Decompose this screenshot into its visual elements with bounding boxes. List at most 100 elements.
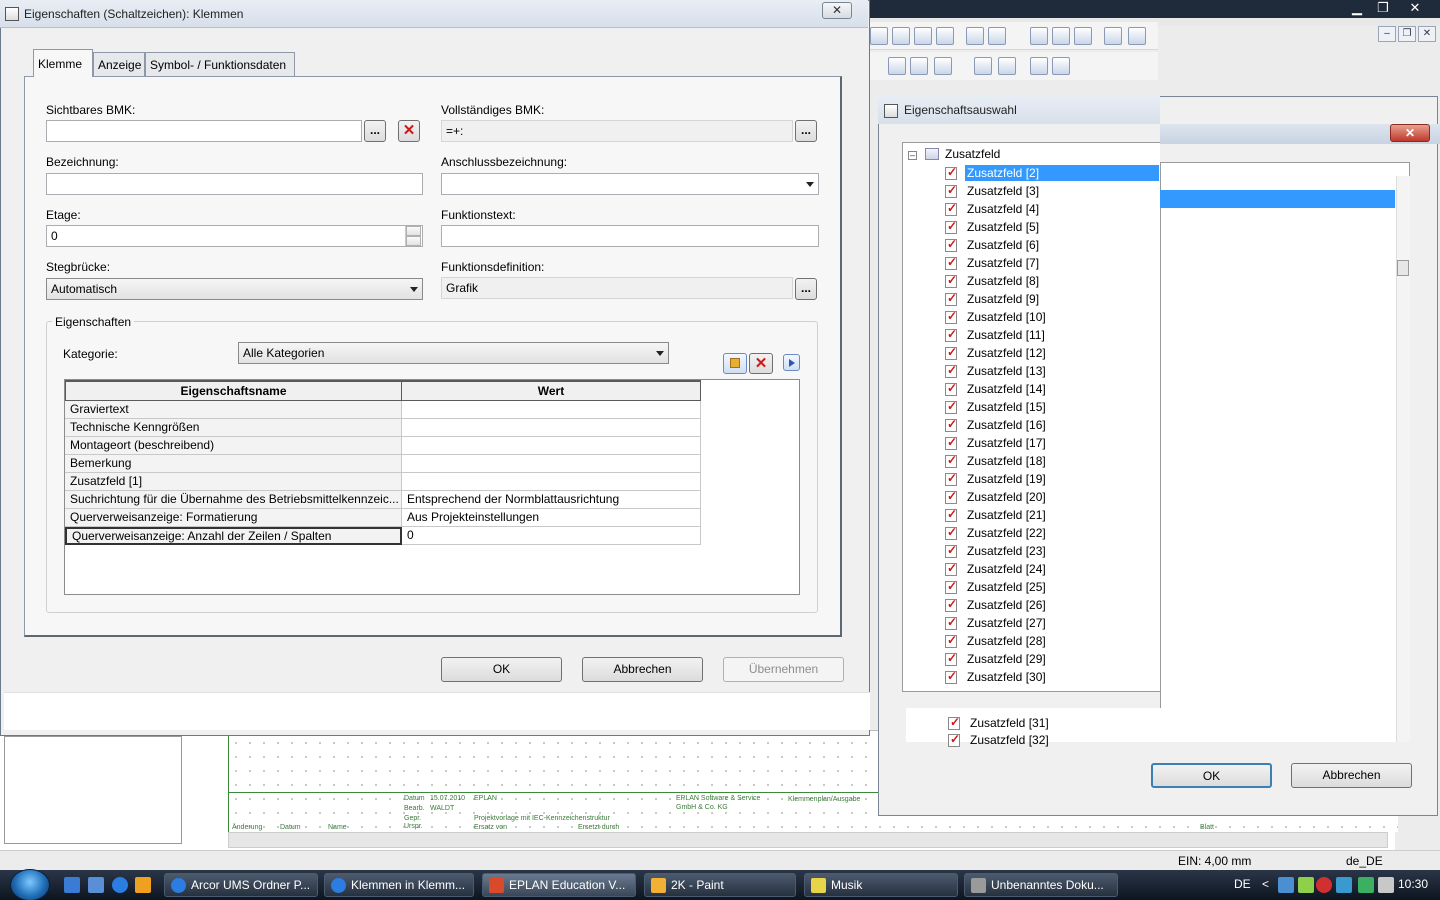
network-tray-icon[interactable]	[1278, 877, 1294, 893]
tree-item[interactable]: Zusatzfeld [27]	[945, 614, 1160, 632]
spin-down-icon[interactable]	[406, 236, 421, 246]
checkbox-icon[interactable]	[945, 507, 957, 522]
apply-button[interactable]: Übernehmen	[723, 657, 844, 682]
tree-item[interactable]: Zusatzfeld [17]	[945, 434, 1160, 452]
tab-klemme[interactable]: Klemme	[33, 49, 93, 77]
tree-item[interactable]: Zusatzfeld [14]	[945, 380, 1160, 398]
collapse-icon[interactable]: –	[908, 151, 917, 160]
toolbar-icon[interactable]	[910, 57, 928, 75]
tree-item[interactable]: Zusatzfeld [3]	[945, 182, 1160, 200]
toolbar-icon[interactable]	[1052, 57, 1070, 75]
spin-up-icon[interactable]	[406, 226, 421, 236]
table-row[interactable]: Suchrichtung für die Übernahme des Betri…	[65, 491, 701, 509]
tree-item[interactable]: Zusatzfeld [25]	[945, 578, 1160, 596]
checkbox-icon[interactable]	[948, 732, 960, 747]
toolbar-icon[interactable]	[974, 57, 992, 75]
scrollbar-thumb[interactable]	[1397, 260, 1409, 276]
taskbar-item-arcor[interactable]: Arcor UMS Ordner P...	[164, 873, 318, 897]
chevron-down-icon[interactable]	[656, 351, 664, 356]
connection-designation-combo[interactable]	[441, 173, 819, 195]
properties-grid[interactable]: Eigenschaftsname Wert Graviertext Technis…	[64, 379, 800, 595]
checkbox-icon[interactable]	[945, 561, 957, 576]
tree-item[interactable]: Zusatzfeld [20]	[945, 488, 1160, 506]
tree-item[interactable]: Zusatzfeld [8]	[945, 272, 1160, 290]
property-value-cell[interactable]	[402, 419, 701, 437]
toolbar-icon[interactable]	[914, 27, 932, 45]
mdi-close-button[interactable]: ✕	[1418, 26, 1436, 42]
toolbar-icon[interactable]	[936, 27, 954, 45]
delete-property-icon[interactable]: ✕	[749, 353, 773, 374]
selection-ok-button[interactable]: OK	[1151, 763, 1272, 788]
tree-item[interactable]: Zusatzfeld [7]	[945, 254, 1160, 272]
tree-item[interactable]: Zusatzfeld [23]	[945, 542, 1160, 560]
dialog-close-button[interactable]: ✕	[822, 2, 852, 19]
tree-item[interactable]: Zusatzfeld [6]	[945, 236, 1160, 254]
checkbox-icon[interactable]	[945, 525, 957, 540]
table-row[interactable]: Querverweisanzeige: Formatierung Aus Proj…	[65, 509, 701, 527]
maximize-button[interactable]: ❐	[1370, 0, 1396, 16]
checkbox-icon[interactable]	[945, 309, 957, 324]
property-value-cell[interactable]	[402, 437, 701, 455]
property-value-cell[interactable]: Aus Projekteinstellungen	[402, 509, 701, 527]
column-header-name[interactable]: Eigenschaftsname	[65, 380, 402, 401]
property-name-cell[interactable]: Querverweisanzeige: Formatierung	[65, 509, 402, 527]
checkbox-icon[interactable]	[945, 165, 957, 180]
horizontal-scrollbar[interactable]	[228, 832, 1388, 848]
tree-item[interactable]: Zusatzfeld [2]	[945, 164, 1160, 182]
toolbar-icon[interactable]	[1104, 27, 1122, 45]
checkbox-icon[interactable]	[945, 651, 957, 666]
selection-cancel-button[interactable]: Abbrechen	[1291, 763, 1412, 788]
selection-close-button[interactable]: ✕	[1390, 124, 1430, 142]
property-value-cell[interactable]: Entsprechend der Normblattausrichtung	[402, 491, 701, 509]
checkbox-icon[interactable]	[945, 435, 957, 450]
start-button-icon[interactable]	[10, 869, 50, 900]
monitor-tray-icon[interactable]	[1358, 877, 1374, 893]
table-row[interactable]: Technische Kenngrößen	[65, 419, 701, 437]
checkbox-icon[interactable]	[945, 633, 957, 648]
taskbar-item-eplan[interactable]: EPLAN Education V...	[482, 873, 636, 897]
toolbar-icon[interactable]	[998, 57, 1016, 75]
show-desktop-icon[interactable]	[64, 877, 80, 893]
tree-item[interactable]: Zusatzfeld [24]	[945, 560, 1160, 578]
property-name-cell[interactable]: Suchrichtung für die Übernahme des Betri…	[65, 491, 402, 509]
jumper-select[interactable]: Automatisch	[46, 278, 423, 300]
visible-bmk-input[interactable]	[46, 120, 362, 142]
checkbox-icon[interactable]	[945, 255, 957, 270]
checkbox-icon[interactable]	[945, 597, 957, 612]
table-row[interactable]: Querverweisanzeige: Anzahl der Zeilen / …	[65, 527, 701, 545]
toolbar-icon[interactable]	[1052, 27, 1070, 45]
tree-item[interactable]: Zusatzfeld [9]	[945, 290, 1160, 308]
tree-item[interactable]: Zusatzfeld [12]	[945, 344, 1160, 362]
cancel-button[interactable]: Abbrechen	[582, 657, 703, 682]
checkbox-icon[interactable]	[945, 327, 957, 342]
tree-item[interactable]: Zusatzfeld [10]	[945, 308, 1160, 326]
table-row[interactable]: Graviertext	[65, 401, 701, 419]
tree-item[interactable]: Zusatzfeld [28]	[945, 632, 1160, 650]
visible-bmk-browse-button[interactable]: ...	[364, 120, 386, 142]
tree-root-label[interactable]: Zusatzfeld	[945, 147, 1000, 161]
toolbar-icon[interactable]	[934, 57, 952, 75]
delete-icon[interactable]: ✕	[398, 120, 420, 142]
property-name-cell[interactable]: Technische Kenngrößen	[65, 419, 402, 437]
tree-item[interactable]: Zusatzfeld [19]	[945, 470, 1160, 488]
toolbar-icon[interactable]	[1030, 57, 1048, 75]
expand-arrow-icon[interactable]	[783, 354, 800, 371]
clock[interactable]: 10:30	[1398, 877, 1428, 891]
chevron-down-icon[interactable]	[410, 287, 418, 292]
function-text-input[interactable]	[441, 225, 819, 247]
checkbox-icon[interactable]	[945, 273, 957, 288]
category-select[interactable]: Alle Kategorien	[238, 342, 669, 364]
media-player-icon[interactable]	[135, 877, 151, 893]
level-stepper[interactable]: 0	[46, 225, 423, 247]
switch-windows-icon[interactable]	[88, 877, 104, 893]
toolbar-icon[interactable]	[1030, 27, 1048, 45]
checkbox-icon[interactable]	[945, 399, 957, 414]
table-row[interactable]: Bemerkung	[65, 455, 701, 473]
checkbox-icon[interactable]	[945, 183, 957, 198]
close-button[interactable]: ✕	[1402, 0, 1428, 16]
checkbox-icon[interactable]	[945, 489, 957, 504]
chevron-down-icon[interactable]	[806, 182, 814, 187]
toolbar-icon[interactable]	[888, 57, 906, 75]
table-row[interactable]: Montageort (beschreibend)	[65, 437, 701, 455]
toolbar-icon[interactable]	[988, 27, 1006, 45]
